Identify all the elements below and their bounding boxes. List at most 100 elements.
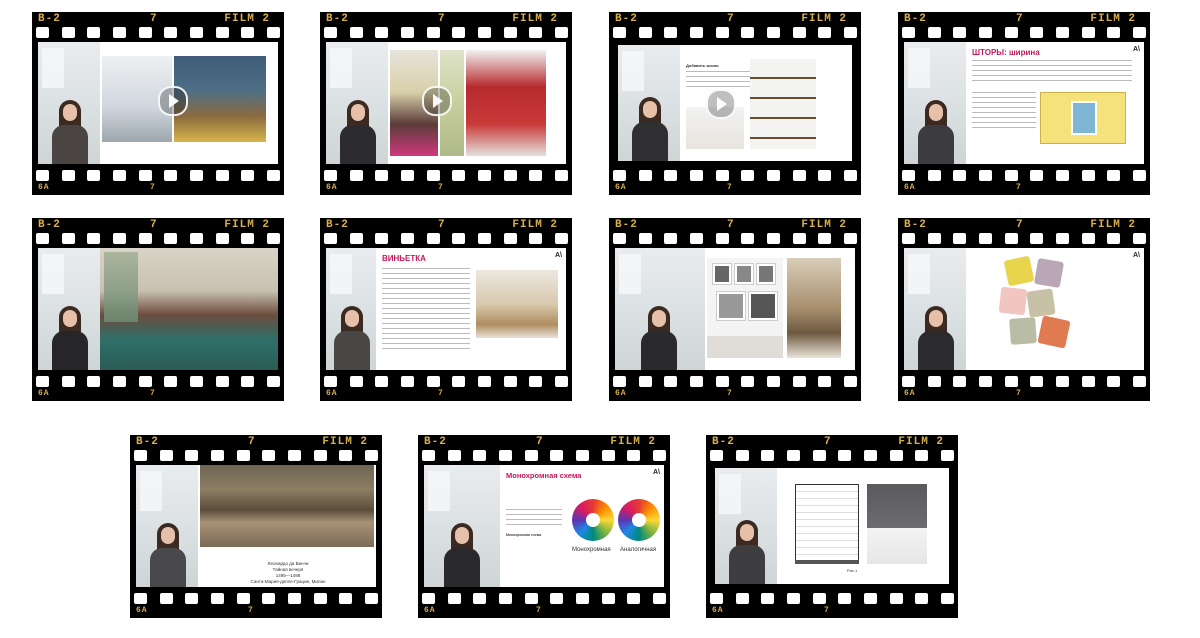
film-code-b2: B-2 bbox=[615, 13, 638, 25]
brand-logo: A\ bbox=[653, 469, 660, 476]
play-icon[interactable] bbox=[422, 86, 452, 116]
film-code-film2: FILM 2 bbox=[224, 219, 270, 231]
video-screen: ВИНЬЕТКА A\ bbox=[326, 248, 566, 370]
film-frame-1[interactable]: B-2 7 FILM 2 6A 7 bbox=[32, 12, 284, 195]
film-code-6a: 6A bbox=[136, 606, 148, 615]
analogous-color-wheel bbox=[618, 499, 660, 541]
presenter-video bbox=[326, 248, 376, 370]
video-screen bbox=[38, 248, 278, 370]
video-screen: Добавить жизни bbox=[615, 42, 855, 164]
gallery-wall-photos bbox=[705, 248, 855, 370]
slide-title: Монохромная схема bbox=[506, 471, 582, 480]
analogous-label: Аналогичная bbox=[620, 547, 657, 553]
presenter-video bbox=[424, 465, 500, 587]
film-code-film2: FILM 2 bbox=[224, 13, 270, 25]
film-code-film2: FILM 2 bbox=[1090, 219, 1136, 231]
presenter-video bbox=[904, 42, 966, 164]
film-frame-5[interactable]: B-2 7 FILM 2 6A 7 bbox=[32, 218, 284, 401]
film-code-7: 7 bbox=[438, 219, 446, 231]
film-code-7: 7 bbox=[1016, 219, 1024, 231]
film-code-film2: FILM 2 bbox=[801, 219, 847, 231]
video-screen bbox=[615, 248, 855, 370]
play-icon[interactable] bbox=[706, 89, 736, 119]
film-frame-8[interactable]: B-2 7 FILM 2 A\ 6A 7 bbox=[898, 218, 1150, 401]
film-code-b2: B-2 bbox=[136, 436, 159, 448]
film-code-6a: 6A bbox=[38, 183, 50, 192]
video-screen: Рис.1 bbox=[712, 465, 952, 587]
slide-bookshelves: Добавить жизни bbox=[680, 45, 852, 161]
film-code-7-bottom: 7 bbox=[727, 389, 733, 398]
film-code-6a: 6A bbox=[326, 183, 338, 192]
film-code-b2: B-2 bbox=[712, 436, 735, 448]
film-code-b2: B-2 bbox=[615, 219, 638, 231]
painting-image bbox=[200, 465, 374, 547]
monochrome-color-wheel bbox=[572, 499, 614, 541]
film-frame-10[interactable]: B-2 7 FILM 2 Монохромная схема A\ Монохром… bbox=[418, 435, 670, 618]
film-code-7: 7 bbox=[824, 436, 832, 448]
film-code-7: 7 bbox=[150, 13, 158, 25]
film-frame-3[interactable]: B-2 7 FILM 2 Добавить жизни 6A 7 bbox=[609, 12, 861, 195]
video-screen: Монохромная схема A\ Монохромная схема М… bbox=[424, 465, 664, 587]
brand-logo: A\ bbox=[1133, 46, 1140, 53]
film-code-7-bottom: 7 bbox=[438, 183, 444, 192]
presenter-video bbox=[618, 45, 680, 161]
film-code-b2: B-2 bbox=[326, 13, 349, 25]
blind-photo bbox=[867, 484, 927, 564]
roman-blind-sketch bbox=[795, 484, 859, 564]
presenter-video bbox=[38, 248, 100, 370]
pillows-photo: A\ bbox=[966, 248, 1144, 370]
film-code-b2: B-2 bbox=[38, 13, 61, 25]
video-screen bbox=[38, 42, 278, 164]
film-code-film2: FILM 2 bbox=[801, 13, 847, 25]
slide-vignette: ВИНЬЕТКА A\ bbox=[376, 248, 566, 370]
film-frame-7[interactable]: B-2 7 FILM 2 6A 7 bbox=[609, 218, 861, 401]
film-code-film2: FILM 2 bbox=[1090, 13, 1136, 25]
interior-photos bbox=[100, 42, 278, 164]
film-code-6a: 6A bbox=[904, 389, 916, 398]
presenter-video bbox=[715, 468, 777, 584]
film-code-b2: B-2 bbox=[904, 13, 927, 25]
film-code-7-bottom: 7 bbox=[1016, 389, 1022, 398]
slide-title: ВИНЬЕТКА bbox=[382, 254, 426, 263]
film-frame-2[interactable]: B-2 7 FILM 2 6A 7 bbox=[320, 12, 572, 195]
slide-title: Добавить жизни bbox=[686, 63, 719, 68]
film-code-7: 7 bbox=[727, 219, 735, 231]
slide-blinds-drawing: Рис.1 bbox=[777, 468, 949, 584]
film-code-film2: FILM 2 bbox=[512, 219, 558, 231]
curtain-diagram bbox=[1040, 92, 1126, 144]
slide-title: ШТОРЫ: ширина bbox=[972, 48, 1040, 57]
film-code-6a: 6A bbox=[424, 606, 436, 615]
slide-painting: Леонардо да Винчи Тайная вечеря 1495—149… bbox=[198, 465, 376, 587]
figure-label: Рис.1 bbox=[847, 568, 858, 573]
film-code-7: 7 bbox=[248, 436, 256, 448]
film-frame-4[interactable]: B-2 7 FILM 2 ШТОРЫ: ширина A\ 6A 7 bbox=[898, 12, 1150, 195]
film-code-b2: B-2 bbox=[424, 436, 447, 448]
film-code-7-bottom: 7 bbox=[1016, 183, 1022, 192]
bold-note: Монохромная схема bbox=[506, 533, 542, 537]
film-code-b2: B-2 bbox=[326, 219, 349, 231]
film-code-7: 7 bbox=[1016, 13, 1024, 25]
film-code-7-bottom: 7 bbox=[824, 606, 830, 615]
film-frame-11[interactable]: B-2 7 FILM 2 Рис.1 6A 7 bbox=[706, 435, 958, 618]
film-code-7-bottom: 7 bbox=[438, 389, 444, 398]
film-code-7-bottom: 7 bbox=[248, 606, 254, 615]
film-frame-6[interactable]: B-2 7 FILM 2 ВИНЬЕТКА A\ 6A 7 bbox=[320, 218, 572, 401]
film-code-7: 7 bbox=[438, 13, 446, 25]
video-screen: Леонардо да Винчи Тайная вечеря 1495—149… bbox=[136, 465, 376, 587]
painting-caption: Леонардо да Винчи Тайная вечеря 1495—149… bbox=[228, 561, 348, 585]
video-screen bbox=[326, 42, 566, 164]
video-screen: ШТОРЫ: ширина A\ bbox=[904, 42, 1144, 164]
film-code-7-bottom: 7 bbox=[727, 183, 733, 192]
film-code-film2: FILM 2 bbox=[322, 436, 368, 448]
film-code-film2: FILM 2 bbox=[898, 436, 944, 448]
film-code-6a: 6A bbox=[615, 183, 627, 192]
play-icon[interactable] bbox=[158, 86, 188, 116]
film-code-7: 7 bbox=[150, 219, 158, 231]
film-code-film2: FILM 2 bbox=[512, 13, 558, 25]
film-code-7-bottom: 7 bbox=[536, 606, 542, 615]
film-code-6a: 6A bbox=[615, 389, 627, 398]
film-frame-9[interactable]: B-2 7 FILM 2 Леонардо да Винчи Тайная вече… bbox=[130, 435, 382, 618]
brand-logo: A\ bbox=[555, 252, 562, 259]
slide-color-scheme: Монохромная схема A\ Монохромная схема М… bbox=[500, 465, 664, 587]
living-room-photo bbox=[100, 248, 278, 370]
